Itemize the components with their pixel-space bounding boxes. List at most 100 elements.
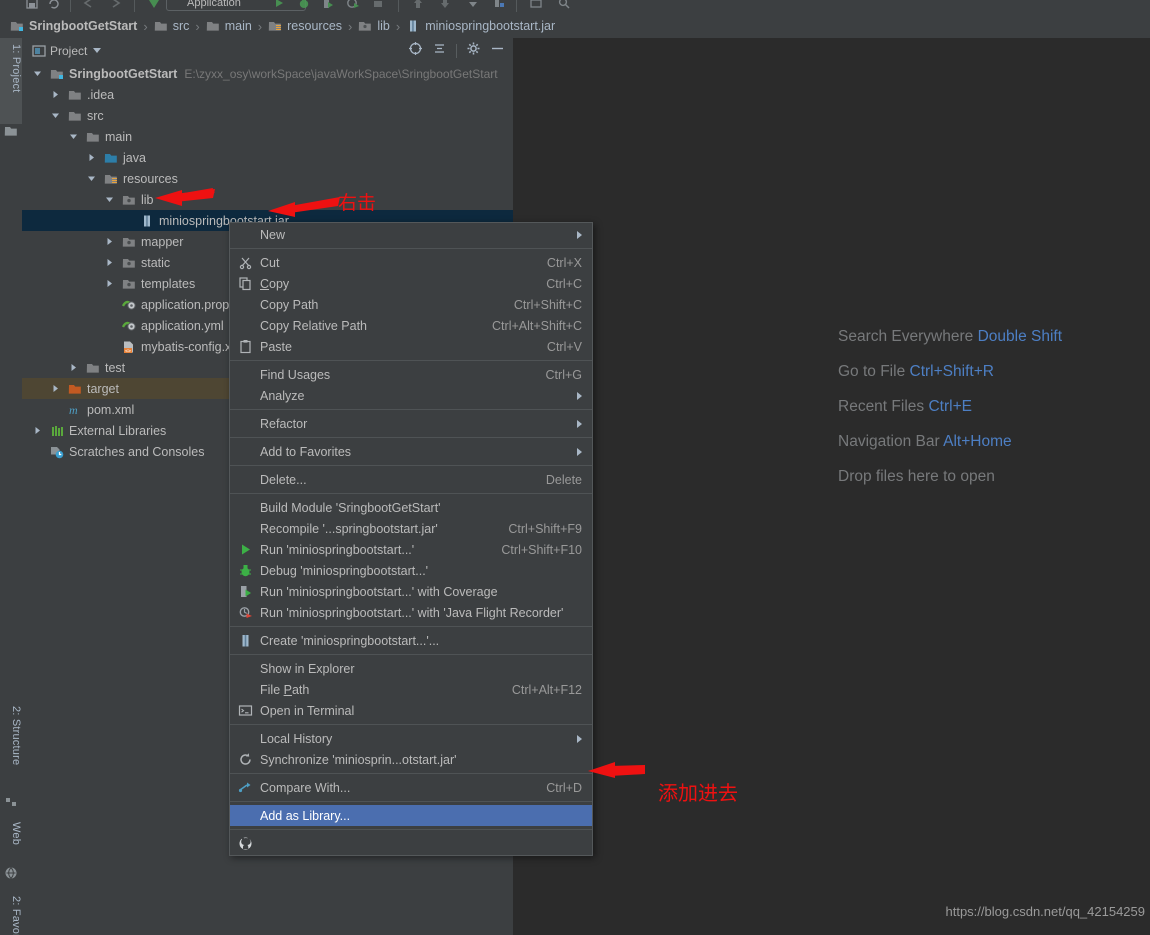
context-menu[interactable]: New Cut Ctrl+X Copy Ctrl+C Copy Path Ctr…: [229, 222, 593, 856]
toolbar-separator: [134, 0, 135, 12]
menu-item-label: New: [260, 227, 286, 242]
sidebar-item-favorites[interactable]: 2: Favorites: [0, 890, 22, 935]
breadcrumb-item-lib[interactable]: lib: [356, 15, 392, 37]
chevron-down-icon[interactable]: [93, 48, 102, 53]
menu-item-add-as-library[interactable]: Add as Library...: [230, 805, 592, 826]
menu-item-copy-relative-path[interactable]: Copy Relative Path Ctrl+Alt+Shift+C: [230, 315, 592, 336]
breadcrumb-item-main[interactable]: main: [204, 15, 254, 37]
tree-row-java[interactable]: java: [22, 147, 513, 168]
menu-item-label: Delete...: [260, 472, 307, 487]
twisty-down-icon[interactable]: [32, 68, 43, 79]
tree-row-main[interactable]: main: [22, 126, 513, 147]
menu-item-file-path[interactable]: File Path Ctrl+Alt+F12: [230, 679, 592, 700]
menu-item-paste[interactable]: Paste Ctrl+V: [230, 336, 592, 357]
twisty-right-icon[interactable]: [104, 236, 115, 247]
breadcrumb-item-jar[interactable]: miniospringbootstart.jar: [404, 15, 557, 37]
menu-item-find-usages[interactable]: Find Usages Ctrl+G: [230, 364, 592, 385]
breadcrumb[interactable]: SringbootGetStart › src › main › resourc…: [0, 14, 1150, 38]
coverage-icon: [238, 584, 253, 599]
hide-icon[interactable]: [490, 41, 505, 61]
twisty-right-icon[interactable]: [32, 425, 43, 436]
search-icon[interactable]: [556, 0, 572, 11]
menu-item-cut[interactable]: Cut Ctrl+X: [230, 252, 592, 273]
update-project-icon[interactable]: [410, 0, 426, 11]
menu-item-analyze[interactable]: Analyze: [230, 385, 592, 406]
commit-icon[interactable]: [437, 0, 453, 11]
sidebar-item-project[interactable]: 1: Project: [0, 38, 22, 124]
select-opened-file-icon[interactable]: [408, 41, 423, 61]
settings-icon[interactable]: [528, 0, 544, 11]
folder-icon: [68, 88, 82, 102]
twisty-down-icon[interactable]: [104, 194, 115, 205]
menu-item-recompile[interactable]: Recompile '...springbootstart.jar' Ctrl+…: [230, 518, 592, 539]
twisty-right-icon[interactable]: [68, 362, 79, 373]
breadcrumb-item-resources[interactable]: resources: [266, 15, 344, 37]
menu-item-build-module[interactable]: Build Module 'SringbootGetStart': [230, 497, 592, 518]
build-icon[interactable]: [146, 0, 162, 11]
collapse-all-icon[interactable]: [432, 41, 447, 61]
menu-item-copy-path[interactable]: Copy Path Ctrl+Shift+C: [230, 294, 592, 315]
menu-item-refactor[interactable]: Refactor: [230, 413, 592, 434]
twisty-right-icon[interactable]: [50, 383, 61, 394]
back-icon[interactable]: [80, 0, 96, 11]
profiler-icon[interactable]: [345, 0, 361, 11]
sidebar-item-structure[interactable]: 2: Structure: [0, 700, 22, 796]
run-config-label: Application: [187, 0, 241, 9]
push-icon[interactable]: [465, 0, 481, 11]
menu-item-run-with-coverage[interactable]: Run 'miniospringbootstart...' with Cover…: [230, 581, 592, 602]
hint-shortcut: Alt+Home: [943, 433, 1012, 450]
save-all-icon[interactable]: [24, 0, 40, 11]
menu-item-label: Build Module 'SringbootGetStart': [260, 500, 441, 515]
menu-item-open-in-terminal[interactable]: Open in Terminal: [230, 700, 592, 721]
menu-item-new[interactable]: New: [230, 224, 592, 245]
hint-row-drop-files: Drop files here to open: [838, 468, 1138, 486]
tree-row-module[interactable]: SringbootGetStart E:\zyxx_osy\workSpace\…: [22, 63, 513, 84]
tree-label: resources: [123, 171, 178, 186]
menu-item-label: Recompile '...springbootstart.jar': [260, 521, 438, 536]
sync-icon[interactable]: [46, 0, 62, 11]
tree-label: static: [141, 255, 171, 270]
twisty-right-icon[interactable]: [86, 152, 97, 163]
twisty-right-icon[interactable]: [50, 89, 61, 100]
breadcrumb-item-src[interactable]: src: [152, 15, 192, 37]
run-coverage-icon[interactable]: [320, 0, 336, 11]
menu-item-show-in-explorer[interactable]: Show in Explorer: [230, 658, 592, 679]
structure-icon[interactable]: [492, 0, 508, 11]
menu-item-local-history[interactable]: Local History: [230, 728, 592, 749]
tree-row-idea[interactable]: .idea: [22, 84, 513, 105]
twisty-right-icon[interactable]: [104, 278, 115, 289]
menu-item-label: Analyze: [260, 388, 305, 403]
twisty-down-icon[interactable]: [50, 110, 61, 121]
menu-item-compare-with[interactable]: Compare With... Ctrl+D: [230, 777, 592, 798]
tree-row-resources[interactable]: resources: [22, 168, 513, 189]
github-icon: [238, 836, 253, 851]
sidebar-item-web[interactable]: Web: [0, 816, 22, 870]
breadcrumb-item-module[interactable]: SringbootGetStart: [8, 15, 139, 37]
debug-icon[interactable]: [296, 0, 312, 11]
menu-item-add-to-favorites[interactable]: Add to Favorites: [230, 441, 592, 462]
left-tool-window-bar: 1: Project 2: Structure Web 2: Favorites: [0, 38, 23, 935]
menu-item-synchronize[interactable]: Synchronize 'miniosprin...otstart.jar': [230, 749, 592, 770]
twisty-right-icon[interactable]: [104, 257, 115, 268]
tree-row-src[interactable]: src: [22, 105, 513, 126]
gear-icon[interactable]: [466, 41, 481, 61]
menu-item-create-gist[interactable]: [230, 833, 592, 854]
maven-icon: m: [68, 403, 82, 417]
forward-icon[interactable]: [108, 0, 124, 11]
tree-row-lib[interactable]: lib: [22, 189, 513, 210]
menu-item-create-jar[interactable]: Create 'miniospringbootstart...'...: [230, 630, 592, 651]
menu-item-delete[interactable]: Delete... Delete: [230, 469, 592, 490]
twisty-down-icon[interactable]: [86, 173, 97, 184]
run-icon[interactable]: [271, 0, 287, 11]
menu-item-label: Find Usages: [260, 367, 331, 382]
menu-item-shortcut: Delete: [545, 472, 582, 487]
project-view-icon: [32, 44, 46, 63]
twisty-down-icon[interactable]: [68, 131, 79, 142]
menu-item-run-with-jfr[interactable]: Run 'miniospringbootstart...' with 'Java…: [230, 602, 592, 623]
stop-icon[interactable]: [370, 0, 386, 11]
tree-label: test: [105, 360, 126, 375]
menu-item-copy[interactable]: Copy Ctrl+C: [230, 273, 592, 294]
menu-item-run[interactable]: Run 'miniospringbootstart...' Ctrl+Shift…: [230, 539, 592, 560]
menu-item-debug[interactable]: Debug 'miniospringbootstart...': [230, 560, 592, 581]
terminal-icon: [238, 703, 253, 718]
